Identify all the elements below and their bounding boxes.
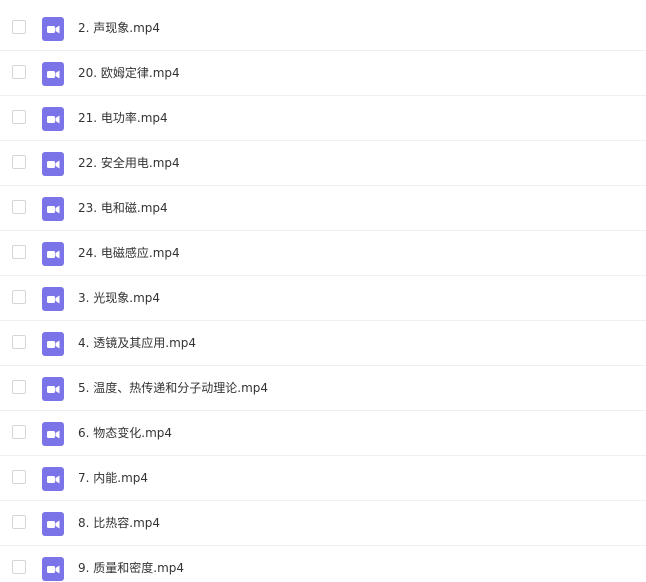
- video-file-icon: [42, 467, 64, 491]
- file-row[interactable]: 24. 电磁感应.mp4: [0, 231, 646, 276]
- row-checkbox[interactable]: [12, 470, 26, 484]
- file-name[interactable]: 21. 电功率.mp4: [78, 110, 168, 126]
- row-checkbox[interactable]: [12, 380, 26, 394]
- row-checkbox[interactable]: [12, 200, 26, 214]
- file-name[interactable]: 20. 欧姆定律.mp4: [78, 65, 180, 81]
- file-row[interactable]: 5. 温度、热传递和分子动理论.mp4: [0, 366, 646, 411]
- file-name[interactable]: 9. 质量和密度.mp4: [78, 560, 184, 576]
- video-file-icon: [42, 152, 64, 176]
- file-row[interactable]: 8. 比热容.mp4: [0, 501, 646, 546]
- file-name[interactable]: 3. 光现象.mp4: [78, 290, 160, 306]
- file-row[interactable]: 3. 光现象.mp4: [0, 276, 646, 321]
- file-row[interactable]: 2. 声现象.mp4: [0, 6, 646, 51]
- row-checkbox[interactable]: [12, 290, 26, 304]
- file-name[interactable]: 6. 物态变化.mp4: [78, 425, 172, 441]
- file-list: 2. 声现象.mp4 20. 欧姆定律.mp4 21. 电功率.mp4 22. …: [0, 0, 646, 582]
- video-file-icon: [42, 512, 64, 536]
- file-name[interactable]: 22. 安全用电.mp4: [78, 155, 180, 171]
- row-checkbox[interactable]: [12, 65, 26, 79]
- video-file-icon: [42, 332, 64, 356]
- video-file-icon: [42, 422, 64, 446]
- row-checkbox[interactable]: [12, 515, 26, 529]
- row-checkbox[interactable]: [12, 425, 26, 439]
- file-name[interactable]: 24. 电磁感应.mp4: [78, 245, 180, 261]
- file-row[interactable]: 6. 物态变化.mp4: [0, 411, 646, 456]
- video-file-icon: [42, 557, 64, 581]
- video-file-icon: [42, 377, 64, 401]
- file-row[interactable]: 23. 电和磁.mp4: [0, 186, 646, 231]
- row-checkbox[interactable]: [12, 110, 26, 124]
- file-name[interactable]: 5. 温度、热传递和分子动理论.mp4: [78, 380, 268, 396]
- file-row[interactable]: 9. 质量和密度.mp4: [0, 546, 646, 582]
- video-file-icon: [42, 197, 64, 221]
- video-file-icon: [42, 17, 64, 41]
- file-name[interactable]: 2. 声现象.mp4: [78, 20, 160, 36]
- file-name[interactable]: 7. 内能.mp4: [78, 470, 148, 486]
- file-row[interactable]: 21. 电功率.mp4: [0, 96, 646, 141]
- file-name[interactable]: 4. 透镜及其应用.mp4: [78, 335, 196, 351]
- video-file-icon: [42, 287, 64, 311]
- video-file-icon: [42, 107, 64, 131]
- file-row[interactable]: 7. 内能.mp4: [0, 456, 646, 501]
- row-checkbox[interactable]: [12, 20, 26, 34]
- file-name[interactable]: 8. 比热容.mp4: [78, 515, 160, 531]
- row-checkbox[interactable]: [12, 560, 26, 574]
- video-file-icon: [42, 242, 64, 266]
- row-checkbox[interactable]: [12, 245, 26, 259]
- file-row[interactable]: 4. 透镜及其应用.mp4: [0, 321, 646, 366]
- file-row[interactable]: 20. 欧姆定律.mp4: [0, 51, 646, 96]
- row-checkbox[interactable]: [12, 335, 26, 349]
- video-file-icon: [42, 62, 64, 86]
- row-checkbox[interactable]: [12, 155, 26, 169]
- file-row[interactable]: 22. 安全用电.mp4: [0, 141, 646, 186]
- file-name[interactable]: 23. 电和磁.mp4: [78, 200, 168, 216]
